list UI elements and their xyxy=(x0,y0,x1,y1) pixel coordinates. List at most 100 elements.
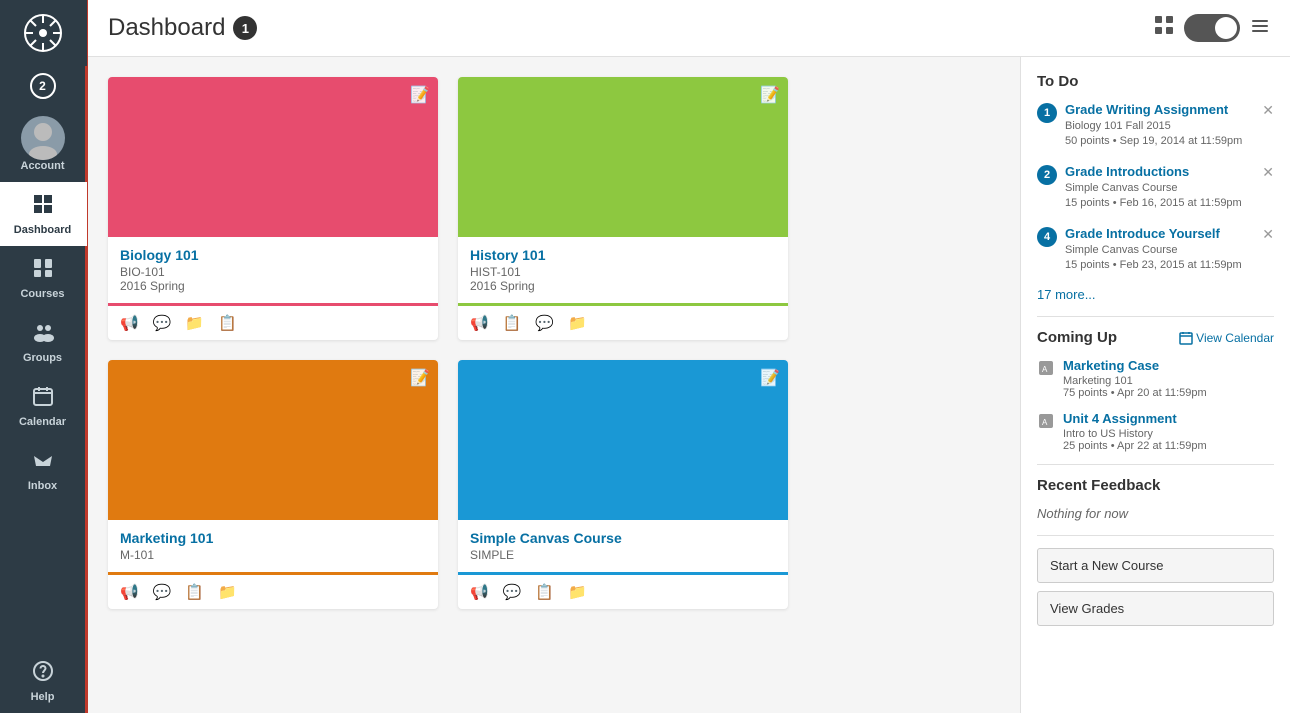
course-term-bio101: 2016 Spring xyxy=(120,279,426,293)
coming-up-title: Coming Up xyxy=(1037,329,1117,346)
more-todo-link[interactable]: 17 more... xyxy=(1037,287,1274,302)
main-content: Dashboard 1 xyxy=(88,0,1290,713)
discussion-icon-hist101[interactable]: 💬 xyxy=(535,314,554,332)
course-card-hist101: 📝 History 101 HIST-101 2016 Spring 📢 📋 💬… xyxy=(458,77,788,340)
todo-close-2[interactable]: ✕ xyxy=(1262,164,1274,181)
start-new-course-button[interactable]: Start a New Course xyxy=(1037,548,1274,583)
todo-title-3[interactable]: Grade Introduce Yourself xyxy=(1065,226,1254,241)
course-card-simple: 📝 Simple Canvas Course SIMPLE 📢 💬 📋 📁 xyxy=(458,360,788,609)
grid-view-icon[interactable] xyxy=(1154,15,1174,41)
right-sidebar: To Do 1 Grade Writing Assignment Biology… xyxy=(1020,57,1290,713)
coming-meta-1: 75 points • Apr 20 at 11:59pm xyxy=(1063,387,1207,399)
announce-icon-bio101[interactable]: 📢 xyxy=(120,314,139,332)
todo-course-1: Biology 101 Fall 2015 xyxy=(1065,119,1254,134)
todo-item-1: 1 Grade Writing Assignment Biology 101 F… xyxy=(1037,102,1274,150)
assignments-icon-mkt101[interactable]: 📋 xyxy=(185,583,204,601)
coming-title-2[interactable]: Unit 4 Assignment xyxy=(1063,411,1207,426)
divider-1 xyxy=(1037,316,1274,317)
course-title-simple[interactable]: Simple Canvas Course xyxy=(470,530,776,546)
course-actions-simple: 📢 💬 📋 📁 xyxy=(458,572,788,609)
coming-icon-1: A xyxy=(1037,359,1055,382)
sidebar-item-groups[interactable]: Groups xyxy=(0,310,87,374)
page-header: Dashboard 1 xyxy=(88,0,1290,57)
view-grades-button[interactable]: View Grades xyxy=(1037,591,1274,626)
page-title: Dashboard xyxy=(108,14,225,42)
sidebar-item-calendar-label: Calendar xyxy=(19,416,66,428)
view-toggle[interactable] xyxy=(1184,14,1240,42)
recent-feedback-title: Recent Feedback xyxy=(1037,477,1274,494)
announce-icon-hist101[interactable]: 📢 xyxy=(470,314,489,332)
coming-icon-2: A xyxy=(1037,412,1055,435)
sidebar-item-courses-label: Courses xyxy=(20,288,64,300)
sidebar-item-help[interactable]: Help xyxy=(0,649,87,713)
coming-up-header: Coming Up View Calendar xyxy=(1037,329,1274,346)
course-card-body-simple: Simple Canvas Course SIMPLE xyxy=(458,520,788,572)
coming-content-1: Marketing Case Marketing 101 75 points •… xyxy=(1063,358,1207,399)
notification-count: 2 xyxy=(30,73,56,99)
sidebar-item-inbox[interactable]: Inbox xyxy=(0,438,87,502)
sidebar-item-help-label: Help xyxy=(31,691,55,703)
sidebar: 2 Account Dashboard Courses xyxy=(0,0,88,713)
course-title-mkt101[interactable]: Marketing 101 xyxy=(120,530,426,546)
todo-num-2: 2 xyxy=(1037,165,1057,185)
discussion-icon-bio101[interactable]: 💬 xyxy=(153,314,172,332)
todo-num-1: 1 xyxy=(1037,103,1057,123)
notification-badge[interactable]: 2 xyxy=(0,66,87,106)
course-card-body-hist101: History 101 HIST-101 2016 Spring xyxy=(458,237,788,303)
todo-course-2: Simple Canvas Course xyxy=(1065,181,1254,196)
course-actions-bio101: 📢 💬 📁 📋 xyxy=(108,303,438,340)
course-card-body-mkt101: Marketing 101 M-101 xyxy=(108,520,438,572)
course-actions-hist101: 📢 📋 💬 📁 xyxy=(458,303,788,340)
todo-course-3: Simple Canvas Course xyxy=(1065,243,1254,258)
files-icon-simple[interactable]: 📁 xyxy=(568,583,587,601)
files-icon-bio101[interactable]: 📁 xyxy=(185,314,204,332)
content-area: 📝 Biology 101 BIO-101 2016 Spring 📢 💬 📁 … xyxy=(88,57,1290,713)
todo-item-2: 2 Grade Introductions Simple Canvas Cour… xyxy=(1037,164,1274,212)
todo-close-1[interactable]: ✕ xyxy=(1262,102,1274,119)
sidebar-item-account[interactable]: Account xyxy=(0,106,87,182)
files-icon-mkt101[interactable]: 📁 xyxy=(218,583,237,601)
coming-meta-2: 25 points • Apr 22 at 11:59pm xyxy=(1063,440,1207,452)
todo-content-2: Grade Introductions Simple Canvas Course… xyxy=(1065,164,1254,212)
sidebar-item-courses[interactable]: Courses xyxy=(0,246,87,310)
coming-title-1[interactable]: Marketing Case xyxy=(1063,358,1207,373)
course-title-bio101[interactable]: Biology 101 xyxy=(120,247,426,263)
course-card-image-simple: 📝 xyxy=(458,360,788,520)
course-edit-btn-mkt101[interactable]: 📝 xyxy=(410,368,430,388)
options-menu-icon[interactable] xyxy=(1250,16,1270,41)
course-title-hist101[interactable]: History 101 xyxy=(470,247,776,263)
todo-content-1: Grade Writing Assignment Biology 101 Fal… xyxy=(1065,102,1254,150)
assignments-icon-hist101[interactable]: 📋 xyxy=(503,314,522,332)
announce-icon-simple[interactable]: 📢 xyxy=(470,583,489,601)
discussion-icon-mkt101[interactable]: 💬 xyxy=(153,583,172,601)
sidebar-item-dashboard-label: Dashboard xyxy=(14,224,71,236)
announce-icon-mkt101[interactable]: 📢 xyxy=(120,583,139,601)
coming-course-1: Marketing 101 xyxy=(1063,375,1207,387)
course-code-bio101: BIO-101 xyxy=(120,265,426,279)
svg-text:A: A xyxy=(1042,365,1048,374)
course-card-image-bio101: 📝 xyxy=(108,77,438,237)
coming-item-1: A Marketing Case Marketing 101 75 points… xyxy=(1037,358,1274,399)
course-edit-btn-bio101[interactable]: 📝 xyxy=(410,85,430,105)
course-edit-btn-hist101[interactable]: 📝 xyxy=(760,85,780,105)
assignments-icon-bio101[interactable]: 📋 xyxy=(218,314,237,332)
todo-title-2[interactable]: Grade Introductions xyxy=(1065,164,1254,179)
recent-feedback-empty: Nothing for now xyxy=(1037,506,1274,521)
todo-num-3: 4 xyxy=(1037,227,1057,247)
svg-text:A: A xyxy=(1042,418,1048,427)
sidebar-logo xyxy=(0,0,87,66)
course-edit-btn-simple[interactable]: 📝 xyxy=(760,368,780,388)
view-calendar-link[interactable]: View Calendar xyxy=(1179,331,1274,345)
assignments-icon-simple[interactable]: 📋 xyxy=(535,583,554,601)
todo-meta-1: 50 points • Sep 19, 2014 at 11:59pm xyxy=(1065,134,1254,149)
sidebar-item-calendar[interactable]: Calendar xyxy=(0,374,87,438)
sidebar-item-dashboard[interactable]: Dashboard xyxy=(0,182,87,246)
course-grid-area: 📝 Biology 101 BIO-101 2016 Spring 📢 💬 📁 … xyxy=(88,57,1020,713)
todo-close-3[interactable]: ✕ xyxy=(1262,226,1274,243)
todo-title-1[interactable]: Grade Writing Assignment xyxy=(1065,102,1254,117)
avatar xyxy=(21,116,65,160)
discussion-icon-simple[interactable]: 💬 xyxy=(503,583,522,601)
files-icon-hist101[interactable]: 📁 xyxy=(568,314,587,332)
sidebar-item-inbox-label: Inbox xyxy=(28,480,57,492)
course-card-mkt101: 📝 Marketing 101 M-101 📢 💬 📋 📁 xyxy=(108,360,438,609)
